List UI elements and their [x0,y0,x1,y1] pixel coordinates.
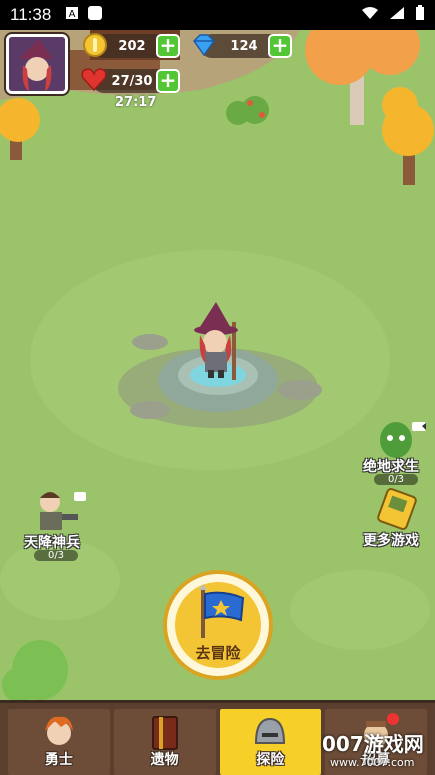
heart-icon [81,68,107,92]
survival-count: 0/3 [374,474,418,485]
more-games-label: 更多游戏 [363,533,419,549]
tab-warrior[interactable]: 勇士 [8,709,110,775]
tab-relics-label: 遗物 [150,752,179,768]
gold-coin-icon [83,33,107,57]
flag-icon [199,584,245,638]
tab-relics[interactable]: 遗物 [113,709,216,775]
status-time: 11:38 [10,5,52,24]
go-adventure-button[interactable]: 去冒险 [163,570,273,680]
watermark-logo: 007游戏网 [322,732,424,756]
helmet-icon [255,717,286,744]
tab-explore[interactable]: 探险 [219,709,322,775]
player-avatar[interactable] [6,34,68,94]
watermark-url: www.7007.com [330,756,415,769]
go-adventure-label: 去冒险 [195,644,241,662]
add-heart-button[interactable]: + [156,69,180,93]
tab-explore-label: 探险 [256,752,285,768]
airdrop-count: 0/3 [34,550,78,561]
soldier-icon [40,492,86,530]
add-gold-button[interactable]: + [156,34,180,58]
airdrop-label: 天降神兵 [24,535,80,551]
notification-icon: A [65,5,79,25]
status-bar: 11:38 A [0,0,435,30]
app-notification-icon [87,5,103,26]
zombie-head-icon [380,422,426,458]
gamepad-icon [377,488,417,530]
warrior-icon [44,716,73,745]
wifi-icon [361,5,379,25]
tab-warrior-label: 勇士 [44,752,73,768]
battery-icon [415,4,425,26]
svg-text:A: A [69,9,76,20]
heart-refill-timer: 27:17 [115,95,157,110]
survival-label: 绝地求生 [363,459,419,475]
add-gem-button[interactable]: + [268,34,292,58]
diamond-icon [193,34,215,57]
signal-icon [389,5,405,25]
relic-book-icon [151,716,178,750]
witch-portrait-icon [9,37,65,91]
notification-badge [387,713,399,725]
